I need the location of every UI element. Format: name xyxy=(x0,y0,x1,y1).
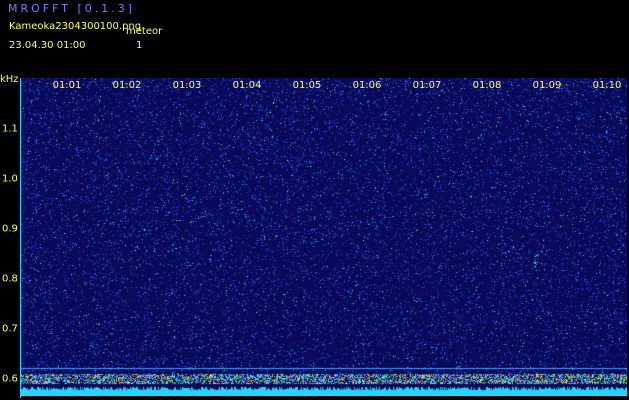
frequency-tick-label: 0.6 xyxy=(2,373,18,385)
frequency-tick-label: 1.1 xyxy=(2,123,18,135)
time-tick-label: 01:08 xyxy=(472,80,502,91)
app-title: MROFFT [0.1.3] xyxy=(8,2,136,15)
time-tick-label: 01:07 xyxy=(412,80,442,91)
frequency-tick-label: 0.9 xyxy=(2,223,18,235)
meteor-count: 1 xyxy=(136,40,143,51)
spectrogram-plot xyxy=(21,78,627,396)
time-tick-label: 01:09 xyxy=(532,80,562,91)
file-name-label: Kameoka2304300100.png xyxy=(9,21,142,32)
time-tick-label: 01:05 xyxy=(292,80,322,91)
timestamp-label: 23.04.30 01:00 xyxy=(9,40,86,51)
time-tick-label: 01:06 xyxy=(352,80,382,91)
time-tick-label: 01:10 xyxy=(592,80,622,91)
time-tick-label: 01:01 xyxy=(52,80,82,91)
time-tick-label: 01:02 xyxy=(112,80,142,91)
time-tick-label: 01:03 xyxy=(172,80,202,91)
frequency-axis-line xyxy=(20,78,21,398)
time-tick-label: 01:04 xyxy=(232,80,262,91)
frequency-unit-label: kHz xyxy=(0,74,19,85)
frequency-tick-label: 1.0 xyxy=(2,173,18,185)
frequency-tick-label: 0.8 xyxy=(2,273,18,285)
frequency-tick-label: 0.7 xyxy=(2,323,18,335)
meteor-label: meteor xyxy=(126,26,163,37)
